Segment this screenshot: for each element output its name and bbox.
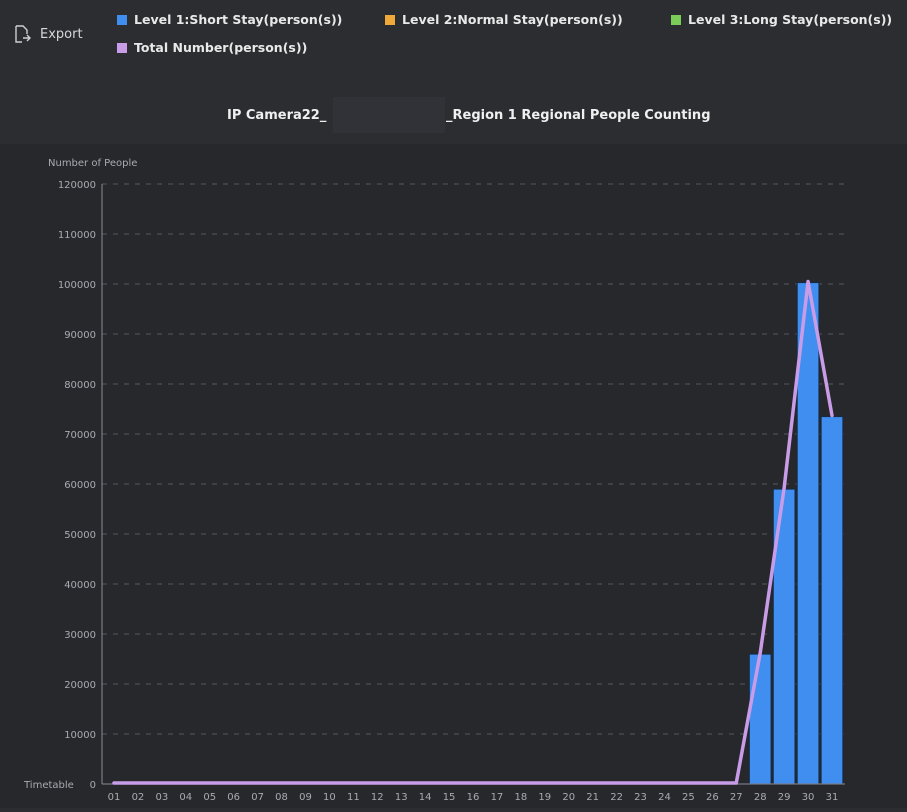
x-tick-label: 18 xyxy=(514,792,527,803)
legend-swatch xyxy=(671,14,681,25)
x-tick-label: 19 xyxy=(538,792,551,803)
y-tick-label: 120000 xyxy=(58,180,96,191)
x-tick-label: 29 xyxy=(778,792,791,803)
x-tick-label: 12 xyxy=(371,792,384,803)
series-line-total xyxy=(112,279,834,785)
legend-swatch xyxy=(117,14,127,25)
x-tick-label: 25 xyxy=(682,792,695,803)
x-tick-label: 24 xyxy=(658,792,671,803)
export-icon xyxy=(15,25,31,43)
x-tick-label: 26 xyxy=(706,792,719,803)
x-tick-label: 14 xyxy=(419,792,432,803)
x-tick-label: 04 xyxy=(179,792,192,803)
chart-plot-area: Number of People 0 10000 20000 30000 40000 500… xyxy=(0,144,907,808)
y-tick-label: 60000 xyxy=(64,480,96,491)
legend-label: Level 2:Normal Stay(person(s)) xyxy=(402,12,623,27)
x-tick-label: 07 xyxy=(251,792,264,803)
y-axis-title: Number of People xyxy=(48,158,137,169)
legend-swatch xyxy=(117,42,127,53)
x-tick-label: 23 xyxy=(634,792,647,803)
x-tick-label: 22 xyxy=(610,792,623,803)
x-tick-label: 11 xyxy=(347,792,360,803)
legend-label: Total Number(person(s)) xyxy=(134,40,308,55)
bar xyxy=(820,415,844,785)
x-tick-label: 15 xyxy=(443,792,456,803)
x-axis-title: Timetable xyxy=(23,780,74,791)
legend-item-short-stay[interactable]: Level 1:Short Stay(person(s)) xyxy=(117,12,342,27)
x-tick-label: 21 xyxy=(586,792,599,803)
chart-title: IP Camera22_ _Region 1 Regional People C… xyxy=(0,108,907,128)
x-tick-label: 17 xyxy=(491,792,504,803)
legend-swatch xyxy=(385,14,395,25)
legend-item-long-stay[interactable]: Level 3:Long Stay(person(s)) xyxy=(671,12,892,27)
y-tick-label: 90000 xyxy=(64,330,96,341)
x-tick-label: 06 xyxy=(227,792,240,803)
x-tick-label: 20 xyxy=(562,792,575,803)
x-tick-label: 05 xyxy=(203,792,216,803)
bar xyxy=(748,653,772,785)
x-tick-label: 08 xyxy=(275,792,288,803)
chart-title-prefix: IP Camera22_ xyxy=(227,108,327,123)
chart-title-suffix: _Region 1 Regional People Counting xyxy=(446,108,711,123)
x-tick-label: 02 xyxy=(132,792,145,803)
y-tick-label: 80000 xyxy=(64,380,96,391)
y-tick-label: 0 xyxy=(90,780,96,791)
y-tick-label: 20000 xyxy=(64,680,96,691)
x-tick-label: 28 xyxy=(754,792,767,803)
x-tick-label: 27 xyxy=(730,792,743,803)
x-tick-label: 31 xyxy=(826,792,839,803)
legend-item-total[interactable]: Total Number(person(s)) xyxy=(117,40,307,55)
x-tick-label: 13 xyxy=(395,792,408,803)
x-tick-label: 03 xyxy=(155,792,168,803)
y-tick-label: 40000 xyxy=(64,580,96,591)
y-tick-label: 70000 xyxy=(64,430,96,441)
x-tick-label: 10 xyxy=(323,792,336,803)
x-tick-label: 09 xyxy=(299,792,312,803)
legend-label: Level 3:Long Stay(person(s)) xyxy=(688,12,893,27)
y-tick-label: 100000 xyxy=(58,280,96,291)
y-tick-label: 110000 xyxy=(58,230,96,241)
x-tick-label: 30 xyxy=(802,792,815,803)
x-tick-label: 16 xyxy=(467,792,480,803)
export-label: Export xyxy=(40,26,83,42)
y-tick-label: 50000 xyxy=(64,530,96,541)
legend-label: Level 1:Short Stay(person(s)) xyxy=(134,12,343,27)
y-tick-label: 30000 xyxy=(64,630,96,641)
y-tick-label: 10000 xyxy=(64,730,96,741)
legend-item-normal-stay[interactable]: Level 2:Normal Stay(person(s)) xyxy=(385,12,623,27)
chart-toolbar: Export Level 1:Short Stay(person(s)) Lev… xyxy=(0,0,907,140)
people-counting-chart: Number of People 0 10000 20000 30000 40000 500… xyxy=(23,158,845,803)
export-button[interactable]: Export xyxy=(12,22,83,46)
x-tick-label: 01 xyxy=(108,792,121,803)
